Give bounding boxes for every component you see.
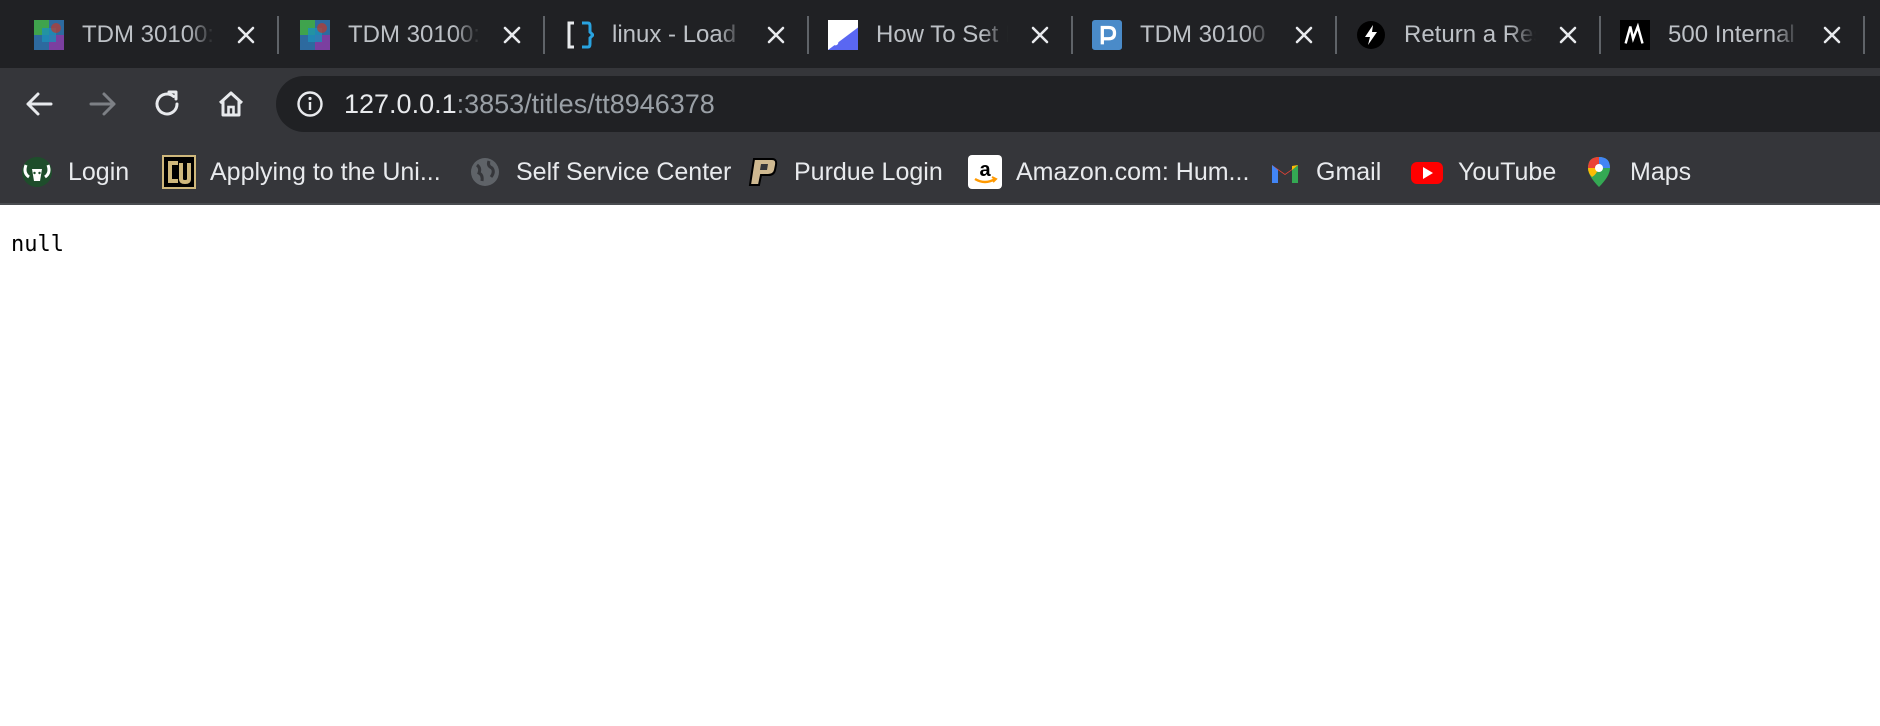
url-text[interactable]: 127.0.0.1:3853/titles/tt8946378 — [344, 76, 715, 132]
browser-toolbar: 127.0.0.1:3853/titles/tt8946378 — [0, 68, 1880, 140]
p-square-favicon-icon — [1092, 20, 1122, 50]
reload-icon — [155, 90, 179, 116]
m-logo-favicon-icon — [1620, 20, 1650, 50]
bookmark-self-service[interactable]: Self Service Center — [468, 150, 731, 194]
site-info-icon[interactable] — [296, 90, 324, 118]
bookmark-label: Maps — [1630, 157, 1692, 186]
bookmark-applying[interactable]: Applying to the Uni... — [162, 150, 441, 194]
bookmark-label: Gmail — [1316, 157, 1382, 186]
home-icon — [218, 91, 244, 117]
bookmark-maps[interactable]: Maps — [1582, 150, 1691, 194]
close-icon[interactable] — [1026, 21, 1054, 49]
forward-arrow-icon — [89, 92, 116, 116]
bookmark-youtube[interactable]: YouTube — [1410, 150, 1556, 194]
forward-button[interactable] — [77, 78, 129, 130]
back-button[interactable] — [13, 78, 65, 130]
tab-1[interactable]: TDM 30100: Pr — [0, 14, 264, 54]
url-host: 127.0.0.1 — [344, 89, 457, 119]
amazon-icon: a — [968, 155, 1002, 189]
close-icon[interactable] — [1818, 21, 1846, 49]
bookmarks-bar: Login Applying to the Uni... Self Servic… — [0, 140, 1880, 205]
bookmark-label: Applying to the Uni... — [210, 157, 441, 186]
youtube-icon — [1410, 155, 1444, 189]
home-button[interactable] — [205, 78, 257, 130]
cu-logo-icon — [162, 155, 196, 189]
ram-logo-icon — [20, 155, 54, 189]
back-arrow-icon — [26, 92, 53, 116]
raw-response-text: null — [11, 232, 64, 257]
mosaic-favicon-icon — [34, 20, 64, 50]
tab-strip: TDM 30100: Pr TDM 30100: Pr linux - Load… — [0, 0, 1880, 68]
bookmark-amazon[interactable]: a Amazon.com: Hum... — [968, 150, 1249, 194]
url-path: :3853/titles/tt8946378 — [456, 89, 715, 119]
bookmark-gmail[interactable]: Gmail — [1268, 150, 1381, 194]
bolt-circle-favicon-icon — [1356, 20, 1386, 50]
bookmark-purdue-login[interactable]: Purdue Login — [746, 150, 943, 194]
maps-pin-icon — [1582, 155, 1616, 189]
tab-separator — [1863, 16, 1865, 54]
tab-7[interactable]: 500 Internal S — [1586, 14, 1850, 54]
close-icon[interactable] — [1290, 21, 1318, 49]
tab-title: TDM 30100 — [1140, 21, 1266, 48]
bookmark-label: Login — [68, 157, 130, 186]
purdue-p-icon — [746, 155, 780, 189]
tab-title: How To Set Bu — [876, 21, 1008, 48]
tab-title: TDM 30100: Pr — [82, 21, 214, 48]
close-icon[interactable] — [762, 21, 790, 49]
reload-button[interactable] — [141, 78, 193, 130]
blue-flag-favicon-icon — [828, 20, 858, 50]
tab-title: linux - Load Ba — [612, 21, 744, 48]
mosaic-favicon-icon — [300, 20, 330, 50]
svg-text:a: a — [979, 159, 991, 181]
globe-icon — [468, 155, 502, 189]
bookmark-label: YouTube — [1458, 157, 1557, 186]
bracket-favicon-icon — [564, 20, 594, 50]
tab-2[interactable]: TDM 30100: Pr — [266, 14, 530, 54]
gmail-icon — [1268, 155, 1302, 189]
tab-title: 500 Internal S — [1668, 21, 1800, 48]
tab-title: TDM 30100: Pr — [348, 21, 480, 48]
close-icon[interactable] — [1554, 21, 1582, 49]
bookmark-login[interactable]: Login — [20, 150, 129, 194]
bookmark-label: Amazon.com: Hum... — [1016, 157, 1250, 186]
close-icon[interactable] — [498, 21, 526, 49]
tab-3[interactable]: linux - Load Ba — [530, 14, 794, 54]
bookmark-label: Self Service Center — [516, 157, 732, 186]
tab-6[interactable]: Return a Resp — [1322, 14, 1586, 54]
tab-4[interactable]: How To Set Bu — [794, 14, 1058, 54]
tab-5[interactable]: TDM 30100 — [1058, 14, 1322, 54]
page-viewport: null — [0, 206, 1880, 726]
address-bar[interactable]: 127.0.0.1:3853/titles/tt8946378 — [276, 76, 1880, 132]
tab-title: Return a Resp — [1404, 21, 1536, 48]
bookmark-label: Purdue Login — [794, 157, 943, 186]
close-icon[interactable] — [232, 21, 260, 49]
